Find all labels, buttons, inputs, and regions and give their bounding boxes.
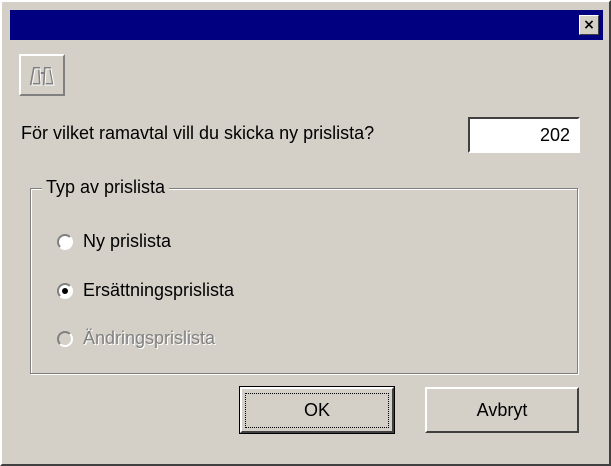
radio-button-disabled-icon [57,330,73,347]
radio-dot-icon [62,287,68,294]
radio-change-price-list: Ändringsprislista [57,328,215,349]
ok-button[interactable]: OK [239,386,395,434]
radio-new-price-list[interactable]: Ny prislista [57,231,171,252]
close-button[interactable]: × [579,15,599,35]
radio-label: Ny prislista [83,231,172,251]
find-button[interactable] [19,54,65,96]
close-icon: × [583,17,595,33]
radio-button-selected-icon [57,282,73,299]
cancel-button-label: Avbryt [476,399,528,420]
radio-label: Ersättningsprislista [83,280,235,300]
radio-button-icon [57,233,73,250]
price-list-type-title: Typ av prislista [42,177,170,198]
agreement-question-label: För vilket ramavtal vill du skicka ny pr… [21,123,375,143]
radio-replacement-price-list[interactable]: Ersättningsprislista [57,280,234,301]
cancel-button[interactable]: Avbryt [425,387,579,433]
title-bar: × [10,10,603,40]
dialog-window: × För vilket ramavtal vill du skicka ny … [0,0,611,466]
ok-button-label: OK [244,392,389,428]
radio-label: Ändringsprislista [83,328,216,348]
binoculars-icon [29,67,55,86]
agreement-number-input[interactable] [468,117,580,153]
